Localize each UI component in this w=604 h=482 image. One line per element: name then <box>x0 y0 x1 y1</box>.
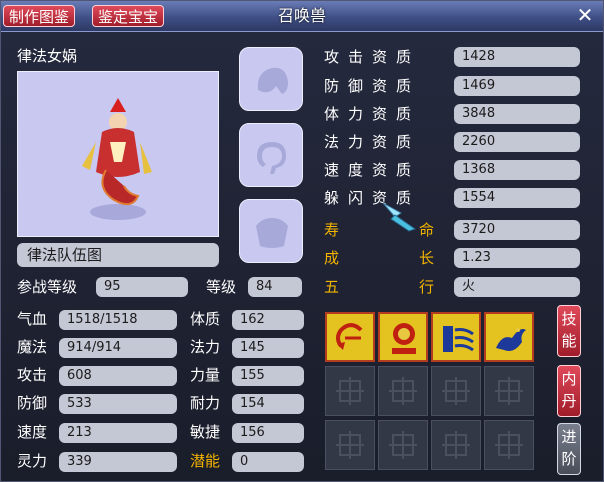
title-bar: 制作图鉴 鉴定宝宝 召唤兽 ✕ <box>1 1 603 32</box>
stat-value-speed: 213 <box>59 423 177 443</box>
lifespan-value: 3720 <box>454 220 580 240</box>
attr-value-magic: 145 <box>232 338 304 358</box>
apt-label-stamina: 体力资质 <box>324 105 421 123</box>
growth-value: 1.23 <box>454 248 580 268</box>
element-value: 火 <box>454 277 580 297</box>
attr-label-constitution: 体质 <box>190 310 221 328</box>
skill-slot-1[interactable] <box>325 312 375 362</box>
attr-label-endurance: 耐力 <box>190 394 221 412</box>
inner-core-button[interactable]: 内丹 <box>557 365 581 417</box>
empty-slot-knot-icon <box>336 377 364 405</box>
armor-slot[interactable] <box>239 199 303 263</box>
empty-slot-knot-icon <box>442 377 470 405</box>
apt-value-dodge: 1554 <box>454 188 580 208</box>
attr-value-strength: 155 <box>232 366 304 386</box>
close-icon[interactable]: ✕ <box>575 4 595 26</box>
empty-skill-slot[interactable] <box>378 366 428 416</box>
element-label-a: 五 <box>324 278 340 296</box>
flow-skill-icon <box>443 326 474 352</box>
apt-label-magic: 法力资质 <box>324 133 421 151</box>
empty-skill-slot[interactable] <box>325 420 375 470</box>
stat-label-mp: 魔法 <box>17 338 48 356</box>
empty-slot-knot-icon <box>442 431 470 459</box>
attr-label-magic: 法力 <box>190 338 221 356</box>
apt-label-attack: 攻击资质 <box>324 48 421 66</box>
apt-value-attack: 1428 <box>454 47 580 67</box>
skill-slot-3[interactable] <box>431 312 481 362</box>
stat-label-defense: 防御 <box>17 394 48 412</box>
apt-value-speed: 1368 <box>454 160 580 180</box>
attr-value-potential: 0 <box>232 452 304 472</box>
apt-label-speed: 速度资质 <box>324 161 421 179</box>
helmet-slot-icon <box>257 67 288 94</box>
attr-label-agility: 敏捷 <box>190 423 221 441</box>
attr-label-strength: 力量 <box>190 366 221 384</box>
apt-label-defense: 防御资质 <box>324 77 421 95</box>
stat-label-speed: 速度 <box>17 423 48 441</box>
collar-slot[interactable] <box>239 123 303 187</box>
pet-figure-icon <box>82 98 152 220</box>
skill-slot-2[interactable] <box>378 312 428 362</box>
empty-skill-slot[interactable] <box>325 366 375 416</box>
pet-portrait <box>17 71 219 237</box>
growth-label-b: 长 <box>419 249 435 267</box>
attr-label-potential: 潜能 <box>190 452 221 470</box>
stat-value-defense: 533 <box>59 394 177 414</box>
stat-label-spirit: 灵力 <box>17 452 48 470</box>
attr-value-endurance: 154 <box>232 394 304 414</box>
armor-slot-icon <box>256 218 288 248</box>
empty-slot-knot-icon <box>389 431 417 459</box>
battle-level-label: 参战等级 <box>17 278 78 296</box>
empty-slot-knot-icon <box>389 377 417 405</box>
return-skill-icon <box>336 323 363 350</box>
empty-slot-knot-icon <box>495 377 523 405</box>
apt-value-stamina: 3848 <box>454 104 580 124</box>
growth-label-a: 成 <box>324 249 340 267</box>
pet-window: 制作图鉴 鉴定宝宝 召唤兽 ✕ 律法女娲 律法队伍图 参战等级 95 等级 84… <box>0 0 604 482</box>
helmet-slot[interactable] <box>239 47 303 111</box>
skills-button[interactable]: 技能 <box>557 305 581 357</box>
window-title: 召唤兽 <box>277 6 326 25</box>
empty-slot-knot-icon <box>495 431 523 459</box>
empty-skill-slot[interactable] <box>431 420 481 470</box>
advance-button[interactable]: 进阶 <box>557 423 581 475</box>
stat-value-spirit: 339 <box>59 452 177 472</box>
seal-skill-icon <box>392 323 416 354</box>
empty-skill-slot[interactable] <box>484 366 534 416</box>
stat-value-attack: 608 <box>59 366 177 386</box>
lifespan-label-b: 命 <box>419 221 435 239</box>
team-chart-button[interactable]: 律法队伍图 <box>17 243 219 267</box>
lifespan-label-a: 寿 <box>324 221 340 239</box>
dragon-skill-icon <box>496 328 526 351</box>
stat-label-attack: 攻击 <box>17 366 48 384</box>
stat-label-hp: 气血 <box>17 310 48 328</box>
crystal-cursor-icon <box>382 202 417 232</box>
empty-skill-slot[interactable] <box>378 420 428 470</box>
empty-skill-slot[interactable] <box>431 366 481 416</box>
attr-value-agility: 156 <box>232 423 304 443</box>
collar-slot-icon <box>257 142 286 174</box>
skill-slot-4[interactable] <box>484 312 534 362</box>
attr-value-constitution: 162 <box>232 310 304 330</box>
level-value: 84 <box>248 277 302 297</box>
level-label: 等级 <box>206 278 237 296</box>
empty-slot-knot-icon <box>336 431 364 459</box>
element-label-b: 行 <box>419 278 435 296</box>
apt-value-defense: 1469 <box>454 76 580 96</box>
battle-level-value: 95 <box>96 277 188 297</box>
apt-value-magic: 2260 <box>454 132 580 152</box>
stat-value-mp: 914/914 <box>59 338 177 358</box>
stat-value-hp: 1518/1518 <box>59 310 177 330</box>
empty-skill-slot[interactable] <box>484 420 534 470</box>
pet-name: 律法女娲 <box>17 47 78 65</box>
